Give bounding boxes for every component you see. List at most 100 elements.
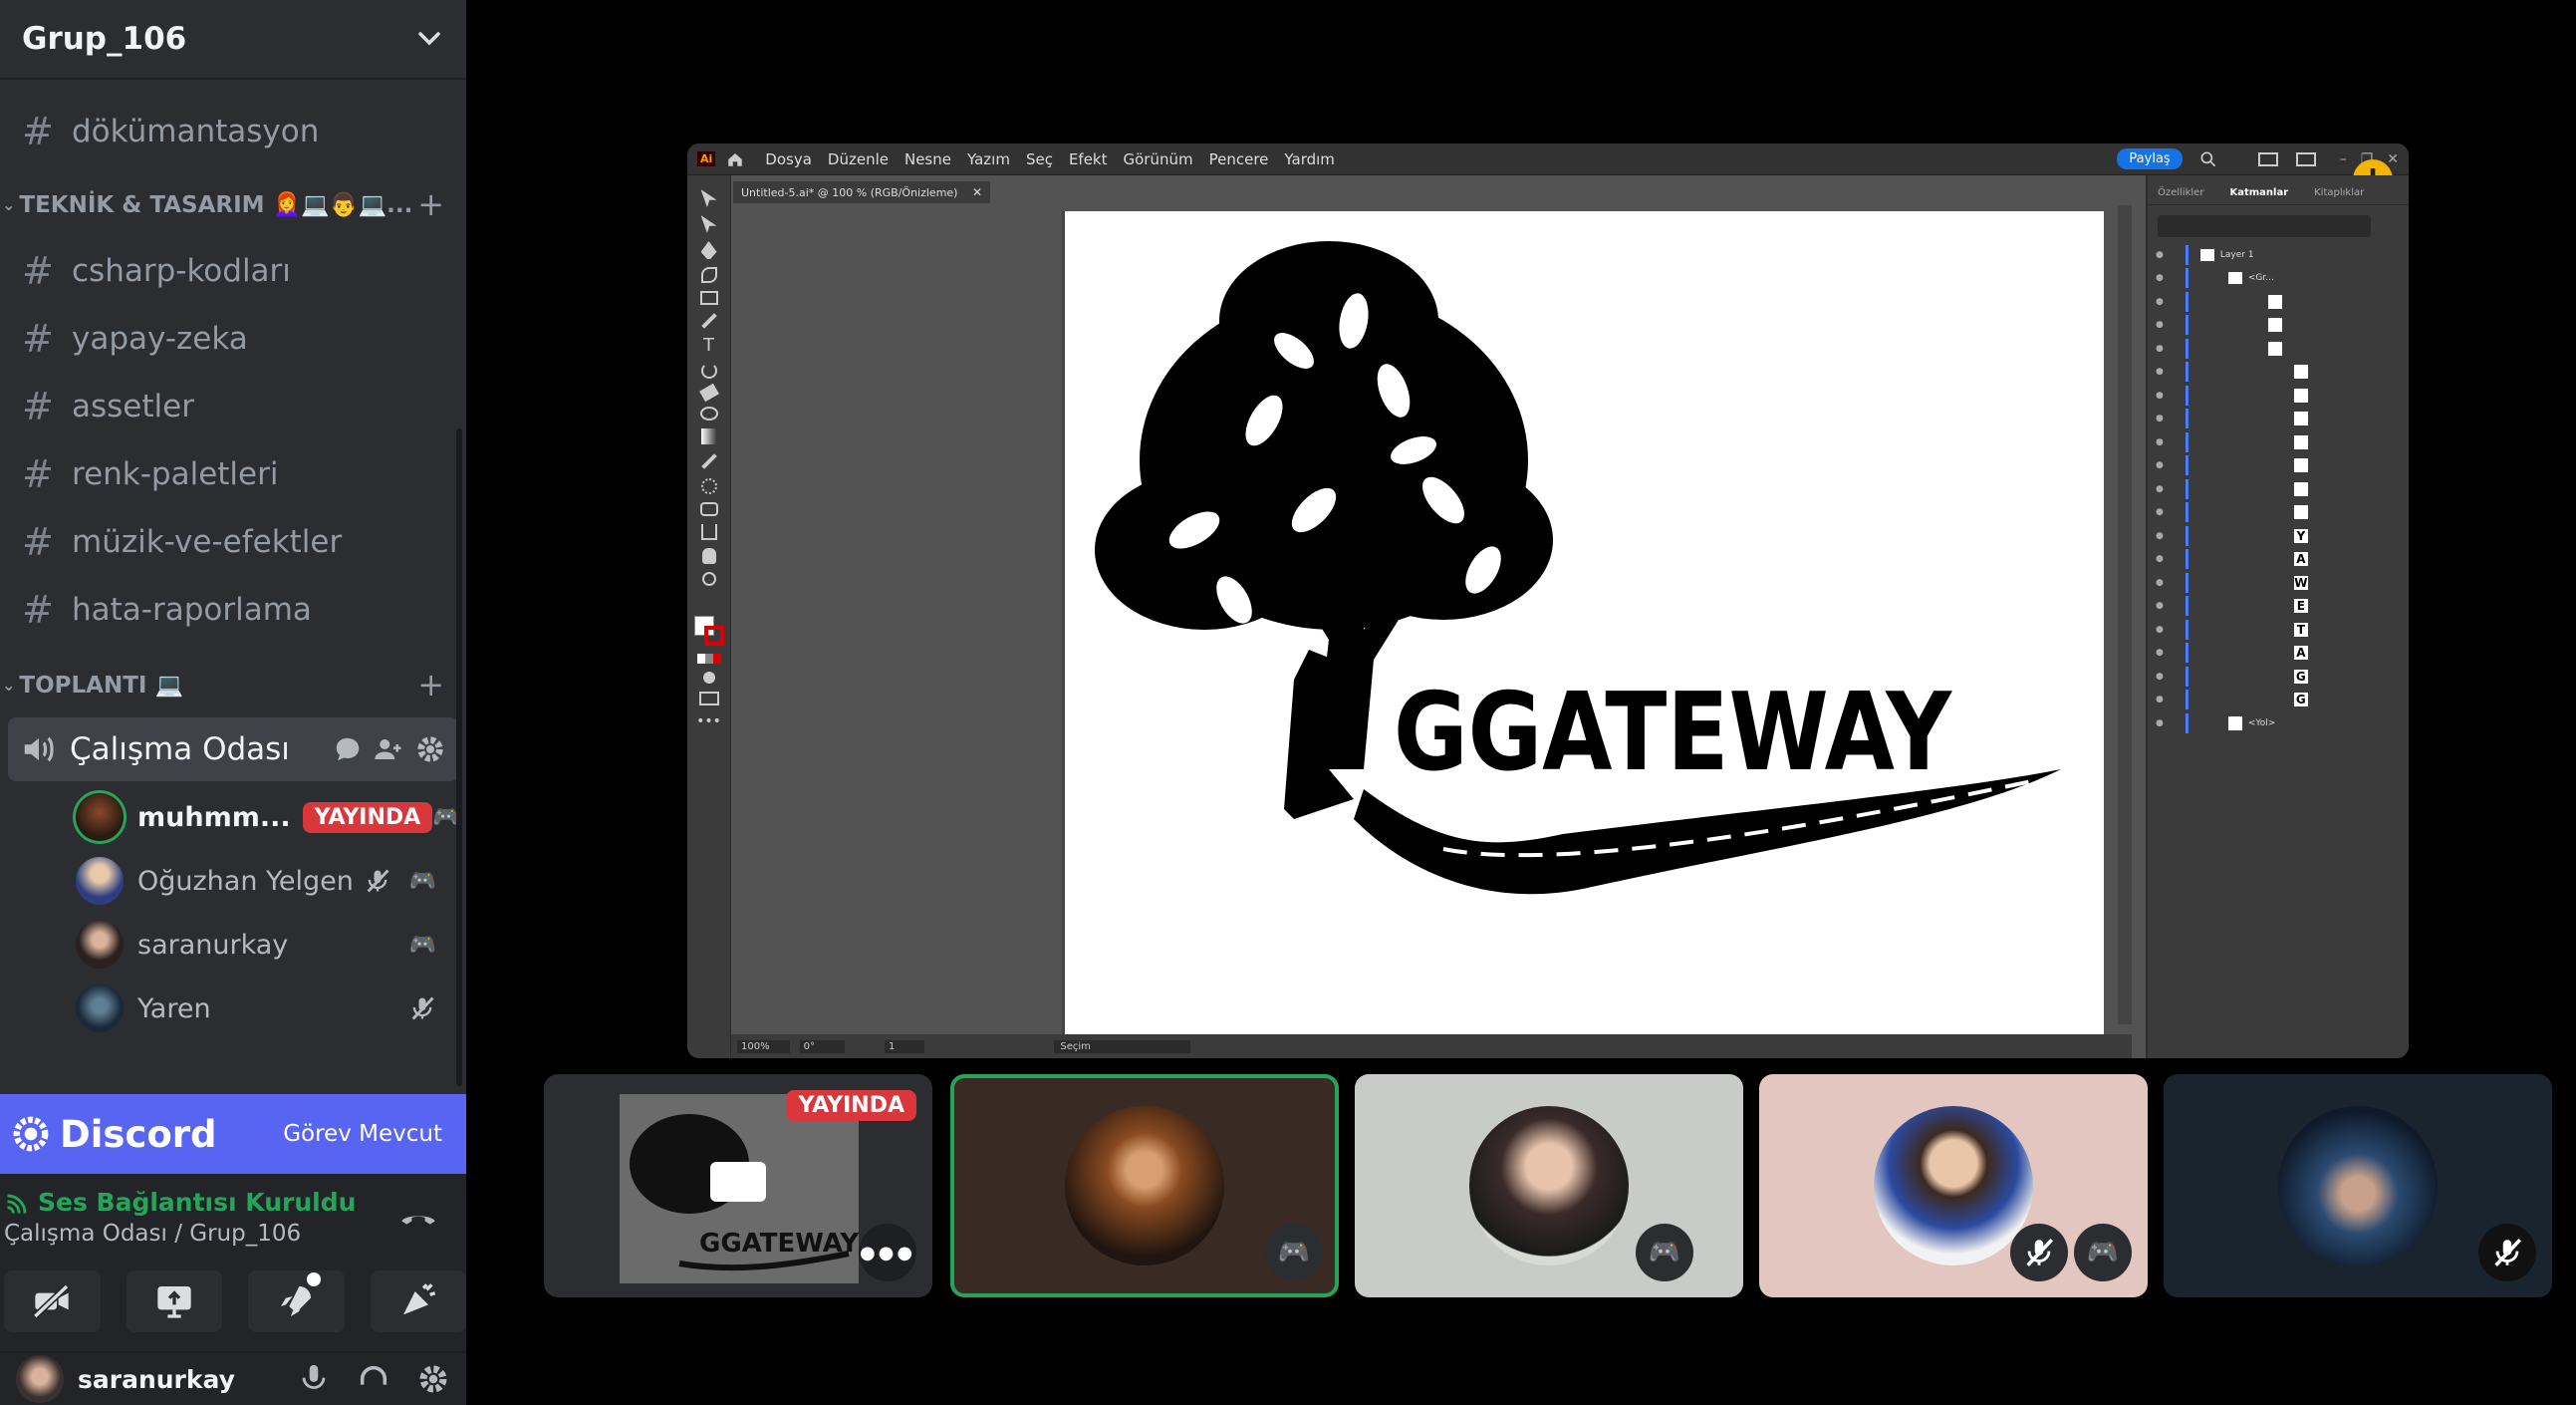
close-tab-icon[interactable]: ✕: [972, 185, 982, 199]
brush-tool-icon[interactable]: [700, 313, 717, 329]
voice-channel-calisma-odasi[interactable]: Çalışma Odası: [8, 717, 458, 781]
menu-yazim[interactable]: Yazım: [967, 150, 1010, 168]
participant-tile[interactable]: 🎮: [1355, 1074, 1743, 1297]
participant-tile[interactable]: 🎮: [1759, 1074, 2148, 1297]
layer-row[interactable]: ● G: [2156, 689, 2409, 712]
eraser-tool-icon[interactable]: [698, 383, 719, 403]
tab-ozellikler[interactable]: Özellikler: [2158, 187, 2203, 198]
zoom-level[interactable]: 100%: [737, 1039, 790, 1053]
curvature-tool-icon[interactable]: [700, 267, 717, 283]
rotate-tool-icon[interactable]: [700, 363, 717, 379]
pen-tool-icon[interactable]: [700, 241, 717, 259]
channel-yapay-zeka[interactable]: # yapay-zeka: [0, 305, 466, 373]
invite-icon[interactable]: [373, 734, 404, 764]
menu-pencere[interactable]: Pencere: [1209, 150, 1269, 168]
server-header[interactable]: Grup_106: [0, 0, 466, 80]
selection-tool-icon[interactable]: [700, 189, 717, 207]
layer-row[interactable]: ● <Yol>: [2156, 711, 2409, 735]
screen-mode-icon[interactable]: [698, 692, 719, 705]
voice-user[interactable]: saranurkay 🎮: [0, 913, 466, 977]
username[interactable]: saranurkay: [78, 1365, 297, 1394]
home-icon[interactable]: [725, 150, 745, 168]
channel-hata-raporlama[interactable]: # hata-raporlama: [0, 576, 466, 644]
eyedropper-tool-icon[interactable]: [700, 453, 717, 469]
layer-row[interactable]: ● G: [2156, 665, 2409, 689]
disconnect-icon[interactable]: [398, 1198, 438, 1238]
share-button[interactable]: Paylaş: [2117, 148, 2183, 169]
layer-row[interactable]: ●: [2156, 430, 2409, 454]
close-window-icon[interactable]: ✕: [2387, 151, 2399, 167]
gear-icon[interactable]: [414, 733, 446, 765]
quest-label[interactable]: Görev Mevcut: [283, 1121, 442, 1147]
menu-sec[interactable]: Seç: [1026, 150, 1053, 168]
direct-selection-tool-icon[interactable]: [700, 215, 717, 233]
voice-status-subtitle[interactable]: Çalışma Odası / Grup_106: [4, 1221, 356, 1247]
layer-row[interactable]: ● Layer 1: [2156, 243, 2409, 267]
layer-search-input[interactable]: [2158, 215, 2371, 237]
canvas-area[interactable]: GGATEWAY: [731, 205, 2132, 1038]
lasso-tool-icon[interactable]: [699, 407, 718, 421]
menu-efekt[interactable]: Efekt: [1069, 150, 1108, 168]
more-tools-icon[interactable]: •••: [696, 713, 721, 729]
screen-share-stream[interactable]: Ai Dosya Düzenle Nesne Yazım Seç Efekt G…: [687, 143, 2409, 1058]
add-channel-icon[interactable]: +: [417, 666, 444, 703]
gradient-tool-icon[interactable]: [700, 428, 717, 444]
layer-row[interactable]: ● W: [2156, 571, 2409, 595]
camera-off-button[interactable]: [4, 1270, 101, 1332]
category-teknik[interactable]: ⌄ TEKNİK & TASARIM 👩‍🦰💻👨💻... +: [0, 171, 466, 237]
menu-gorunum[interactable]: Görünüm: [1124, 150, 1193, 168]
blend-tool-icon[interactable]: [700, 478, 717, 494]
layer-row[interactable]: ● <Gr...: [2156, 267, 2409, 291]
vertical-scrollbar[interactable]: [2118, 205, 2132, 1024]
type-tool-icon[interactable]: T: [703, 337, 714, 355]
menu-yardim[interactable]: Yardım: [1284, 150, 1335, 168]
category-toplanti[interactable]: ⌄ TOPLANTI 💻 +: [0, 652, 466, 717]
draw-mode-icon[interactable]: [702, 672, 715, 684]
scrollbar[interactable]: [456, 428, 462, 1086]
artboard-tool-icon[interactable]: [700, 524, 717, 540]
layer-row[interactable]: ●: [2156, 384, 2409, 408]
menu-duzenle[interactable]: Düzenle: [828, 150, 889, 168]
menu-dosya[interactable]: Dosya: [765, 150, 812, 168]
document-tab[interactable]: Untitled-5.ai* @ 100 % (RGB/Önizleme) ✕: [733, 181, 990, 203]
tab-kitapliklar[interactable]: Kitaplıklar: [2314, 187, 2364, 198]
fill-stroke-icon[interactable]: [693, 616, 724, 646]
arrange-icon[interactable]: [2295, 151, 2316, 166]
avatar[interactable]: [16, 1355, 64, 1403]
layer-row[interactable]: ●: [2156, 314, 2409, 338]
workspace-icon[interactable]: [2257, 151, 2278, 166]
discord-promo-bar[interactable]: Discord Görev Mevcut: [0, 1094, 466, 1174]
search-icon[interactable]: [2198, 149, 2218, 169]
gear-icon[interactable]: [416, 1362, 450, 1396]
layer-row[interactable]: ●: [2156, 501, 2409, 525]
chat-icon[interactable]: [333, 734, 363, 764]
layer-row[interactable]: ●: [2156, 408, 2409, 431]
channel-assetler[interactable]: # assetler: [0, 373, 466, 440]
channel-renk-paletleri[interactable]: # renk-paletleri: [0, 440, 466, 508]
participant-tile[interactable]: [2164, 1074, 2552, 1297]
layer-row[interactable]: ●: [2156, 477, 2409, 501]
mic-icon[interactable]: [297, 1362, 331, 1396]
voice-user[interactable]: Oğuzhan Yelgen 🎮: [0, 849, 466, 913]
stream-preview-tile[interactable]: GGATEWAY YAYINDA ●●●: [544, 1074, 932, 1297]
rotation-value[interactable]: 0°: [799, 1039, 845, 1053]
hand-tool-icon[interactable]: [701, 548, 716, 564]
layer-row[interactable]: ●: [2156, 337, 2409, 361]
soundboard-button[interactable]: [370, 1270, 466, 1332]
add-channel-icon[interactable]: +: [417, 185, 444, 223]
voice-user[interactable]: Yaren: [0, 977, 466, 1040]
channel-muzik[interactable]: # müzik-ve-efektler: [0, 508, 466, 576]
activities-button[interactable]: [248, 1270, 345, 1332]
layer-row[interactable]: ●: [2156, 290, 2409, 314]
layer-row[interactable]: ●: [2156, 454, 2409, 478]
layer-row[interactable]: ● Y: [2156, 524, 2409, 548]
rectangle-tool-icon[interactable]: [699, 291, 718, 305]
layer-row[interactable]: ● A: [2156, 642, 2409, 666]
artboard[interactable]: GGATEWAY: [1062, 211, 2104, 1038]
voice-user[interactable]: muhmm... YAYINDA 🎮: [0, 785, 466, 849]
minimize-icon[interactable]: –: [2340, 151, 2347, 167]
screen-share-button[interactable]: [126, 1270, 222, 1332]
menu-nesne[interactable]: Nesne: [904, 150, 951, 168]
more-options-button[interactable]: ●●●: [859, 1224, 916, 1281]
channel-dokumantasyon[interactable]: # dökümantasyon: [0, 98, 466, 165]
